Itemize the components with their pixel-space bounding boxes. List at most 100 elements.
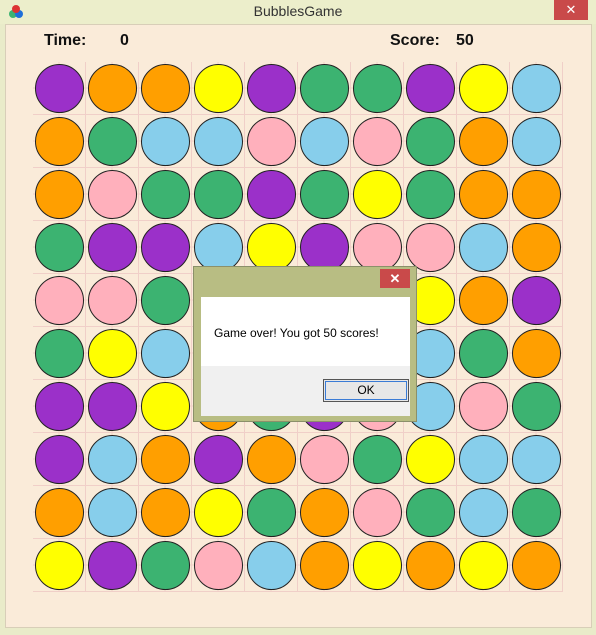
bubble[interactable] — [353, 170, 402, 219]
bubble[interactable] — [512, 276, 561, 325]
bubble[interactable] — [88, 382, 137, 431]
bubble[interactable] — [459, 64, 508, 113]
bubble[interactable] — [406, 170, 455, 219]
game-window: BubblesGame ✕ Time: 0 Score: 50 ✕ Game o… — [0, 0, 596, 635]
bubble[interactable] — [300, 435, 349, 484]
bubble[interactable] — [406, 64, 455, 113]
bubble[interactable] — [88, 117, 137, 166]
bubble[interactable] — [353, 223, 402, 272]
bubble[interactable] — [406, 117, 455, 166]
bubble[interactable] — [353, 64, 402, 113]
bubble[interactable] — [459, 170, 508, 219]
bubble[interactable] — [194, 435, 243, 484]
bubble[interactable] — [512, 329, 561, 378]
bubble[interactable] — [141, 117, 190, 166]
bubble[interactable] — [459, 329, 508, 378]
bubble[interactable] — [35, 223, 84, 272]
time-label: Time: — [44, 32, 87, 49]
dialog-message-area: Game over! You got 50 scores! — [201, 297, 410, 366]
bubble[interactable] — [141, 435, 190, 484]
bubble[interactable] — [247, 64, 296, 113]
bubble[interactable] — [194, 170, 243, 219]
bubble[interactable] — [141, 329, 190, 378]
window-title: BubblesGame — [253, 3, 343, 19]
score-value: 50 — [456, 32, 474, 49]
bubble[interactable] — [88, 64, 137, 113]
bubble[interactable] — [353, 435, 402, 484]
bubble[interactable] — [35, 329, 84, 378]
bubble[interactable] — [300, 64, 349, 113]
bubble[interactable] — [512, 117, 561, 166]
bubble[interactable] — [35, 117, 84, 166]
bubble[interactable] — [194, 64, 243, 113]
bubble[interactable] — [247, 223, 296, 272]
bubble[interactable] — [88, 329, 137, 378]
bubble[interactable] — [141, 488, 190, 537]
bubble[interactable] — [512, 382, 561, 431]
bubble[interactable] — [512, 541, 561, 590]
bubble[interactable] — [300, 170, 349, 219]
title-bar: BubblesGame ✕ — [0, 0, 596, 24]
bubble[interactable] — [194, 117, 243, 166]
bubble[interactable] — [88, 276, 137, 325]
bubble[interactable] — [35, 170, 84, 219]
dialog-body: Game over! You got 50 scores! OK — [201, 297, 410, 416]
bubble[interactable] — [300, 117, 349, 166]
bubble[interactable] — [35, 64, 84, 113]
bubble[interactable] — [88, 223, 137, 272]
bubble[interactable] — [88, 488, 137, 537]
time-value: 0 — [120, 32, 129, 49]
bubble[interactable] — [512, 223, 561, 272]
bubble[interactable] — [353, 541, 402, 590]
bubble[interactable] — [35, 488, 84, 537]
bubble[interactable] — [353, 117, 402, 166]
bubble[interactable] — [459, 276, 508, 325]
bubble[interactable] — [512, 488, 561, 537]
bubble[interactable] — [141, 276, 190, 325]
ok-button[interactable]: OK — [323, 379, 409, 402]
bubble[interactable] — [406, 223, 455, 272]
bubble[interactable] — [35, 382, 84, 431]
bubble[interactable] — [247, 488, 296, 537]
bubble[interactable] — [406, 541, 455, 590]
bubble[interactable] — [406, 435, 455, 484]
bubble[interactable] — [88, 541, 137, 590]
bubble[interactable] — [459, 382, 508, 431]
dialog-close-button[interactable]: ✕ — [380, 269, 410, 288]
bubble[interactable] — [35, 541, 84, 590]
bubble[interactable] — [300, 223, 349, 272]
bubble[interactable] — [141, 223, 190, 272]
bubble[interactable] — [35, 435, 84, 484]
bubble[interactable] — [88, 435, 137, 484]
score-label: Score: — [390, 32, 440, 49]
bubble[interactable] — [512, 64, 561, 113]
bubble[interactable] — [247, 117, 296, 166]
bubble[interactable] — [459, 541, 508, 590]
bubble[interactable] — [459, 435, 508, 484]
game-over-dialog: ✕ Game over! You got 50 scores! OK — [193, 266, 417, 422]
window-close-button[interactable]: ✕ — [554, 0, 588, 20]
bubble[interactable] — [141, 541, 190, 590]
bubble[interactable] — [35, 276, 84, 325]
bubble[interactable] — [406, 488, 455, 537]
bubble[interactable] — [88, 170, 137, 219]
bubble[interactable] — [141, 382, 190, 431]
bubble[interactable] — [300, 541, 349, 590]
bubble[interactable] — [512, 435, 561, 484]
bubble[interactable] — [194, 488, 243, 537]
bubble[interactable] — [353, 488, 402, 537]
bubble[interactable] — [300, 488, 349, 537]
bubble[interactable] — [459, 117, 508, 166]
close-icon: ✕ — [565, 2, 577, 17]
bubble[interactable] — [141, 64, 190, 113]
dialog-message: Game over! You got 50 scores! — [214, 326, 379, 340]
bubble[interactable] — [247, 541, 296, 590]
bubble[interactable] — [247, 435, 296, 484]
bubble[interactable] — [247, 170, 296, 219]
bubble[interactable] — [194, 541, 243, 590]
bubble[interactable] — [459, 488, 508, 537]
bubble[interactable] — [512, 170, 561, 219]
bubble[interactable] — [194, 223, 243, 272]
bubble[interactable] — [141, 170, 190, 219]
bubble[interactable] — [459, 223, 508, 272]
